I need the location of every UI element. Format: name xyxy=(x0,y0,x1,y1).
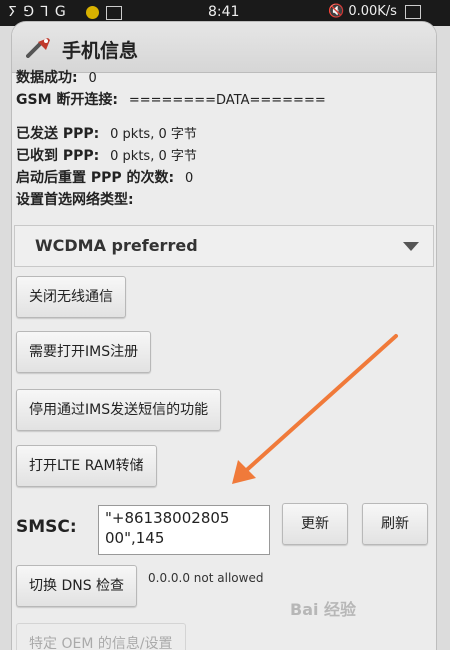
annotation-arrow xyxy=(232,334,398,484)
watermark: Bai 经验 xyxy=(290,600,357,619)
